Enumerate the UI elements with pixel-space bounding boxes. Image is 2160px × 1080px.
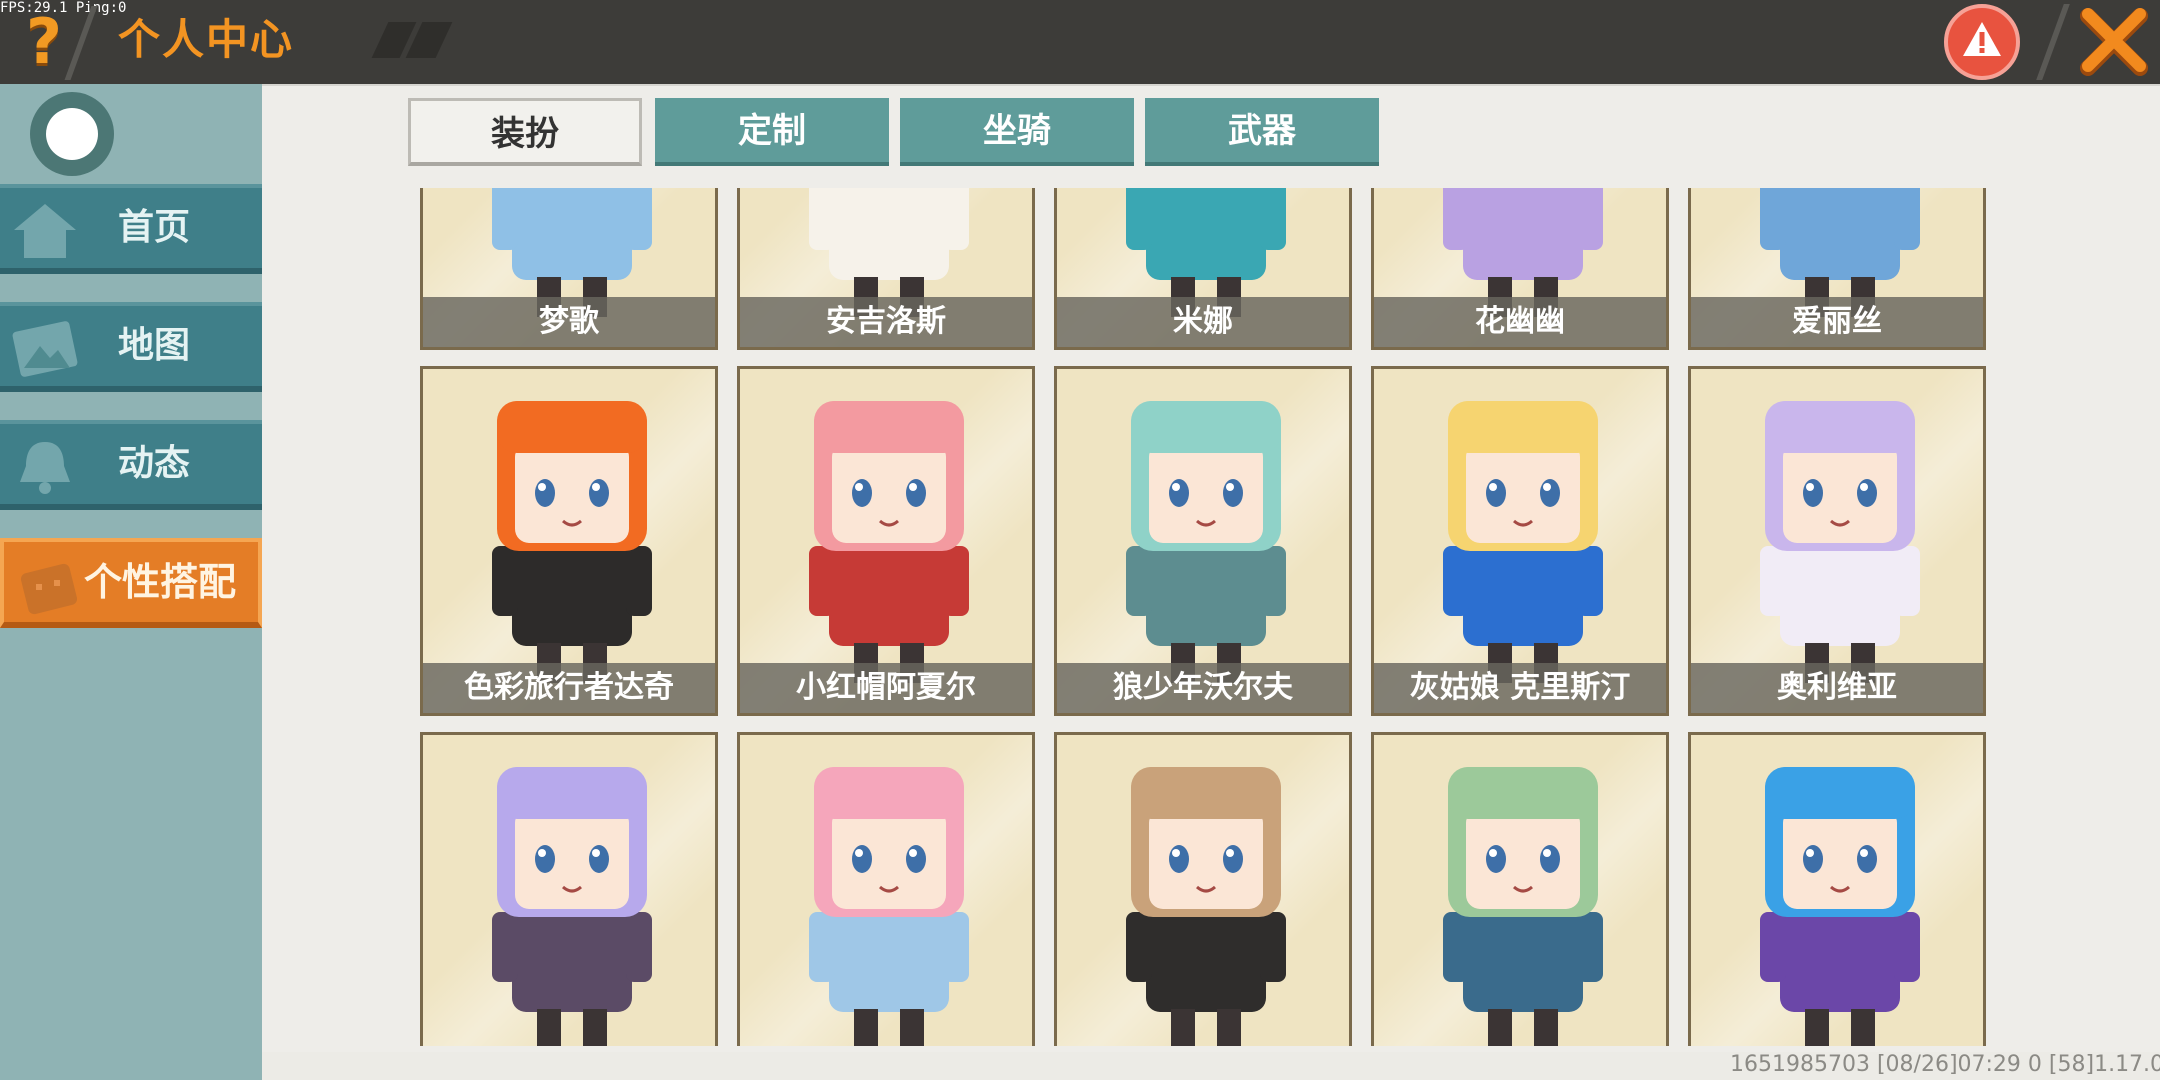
close-divider (2036, 4, 2070, 80)
tab-custom[interactable]: 定制 (655, 98, 889, 166)
sidebar-item-map[interactable]: 地图 (0, 302, 262, 392)
skin-name: 小红帽阿夏尔 (740, 663, 1032, 713)
skin-name: 花幽幽 (1374, 297, 1666, 347)
skin-card[interactable] (1371, 732, 1669, 1046)
question-mark-icon: ? (26, 5, 62, 78)
sidebar-item-outfit[interactable]: 个性搭配 (0, 538, 262, 628)
character-figure (1126, 767, 1286, 1046)
character-figure (1760, 767, 1920, 1046)
house-icon (14, 204, 76, 258)
character-figure (492, 401, 652, 683)
bell-icon (20, 442, 70, 494)
skin-card[interactable] (737, 732, 1035, 1046)
sidebar-item-label: 首页 (118, 207, 191, 248)
skin-card[interactable]: 花幽幽 (1371, 188, 1669, 350)
skin-name: 米娜 (1057, 297, 1349, 347)
skin-card[interactable] (1054, 732, 1352, 1046)
skin-name: 梦歌 (423, 297, 715, 347)
page-title: 个人中心 (118, 15, 295, 64)
skin-card[interactable]: 爱丽丝 (1688, 188, 1986, 350)
sidebar: 首页 地图 动态 个性搭配 (0, 84, 262, 1080)
tab-weapon[interactable]: 武器 (1145, 98, 1379, 166)
top-bar: FPS:29.1 Ping:0 ? 个人中心 (0, 0, 2160, 84)
skin-name: 爱丽丝 (1691, 297, 1983, 347)
tab-outfit[interactable]: 装扮 (408, 98, 642, 166)
close-button[interactable] (2078, 6, 2150, 78)
skin-card[interactable]: 小红帽阿夏尔 (737, 366, 1035, 716)
skin-card[interactable] (1688, 732, 1986, 1046)
skin-card[interactable]: 色彩旅行者达奇 (420, 366, 718, 716)
skin-name: 灰姑娘 克里斯汀 (1374, 663, 1666, 713)
warning-icon (1963, 22, 2001, 56)
skin-name: 狼少年沃尔夫 (1057, 663, 1349, 713)
report-button[interactable] (1944, 4, 2020, 80)
skin-name: 奥利维亚 (1691, 663, 1983, 713)
skin-card[interactable]: 狼少年沃尔夫 (1054, 366, 1352, 716)
skin-card[interactable]: 梦歌 (420, 188, 718, 350)
footer-info: 1651985703 [08/26]07:29 0 [58]1.17.0 (1730, 1052, 2160, 1077)
skin-card[interactable] (420, 732, 718, 1046)
skin-card[interactable]: 奥利维亚 (1688, 366, 1986, 716)
mascot-icon (20, 563, 78, 615)
sidebar-item-home[interactable]: 首页 (0, 184, 262, 274)
skin-name: 色彩旅行者达奇 (423, 663, 715, 713)
sidebar-item-feed[interactable]: 动态 (0, 420, 262, 510)
help-button[interactable]: ? (14, 8, 74, 76)
avatar[interactable] (30, 92, 114, 176)
avatar-placeholder (46, 108, 98, 160)
character-figure (809, 767, 969, 1046)
skin-grid: 梦歌 安吉洛斯 米娜 花幽幽 爱丽丝色彩旅行者达奇 小红帽阿夏尔 狼少年沃尔夫 灰姑娘 克里斯… (420, 188, 1992, 1046)
character-figure (492, 767, 652, 1046)
character-figure (1443, 767, 1603, 1046)
skin-card[interactable]: 灰姑娘 克里斯汀 (1371, 366, 1669, 716)
tab-mount[interactable]: 坐骑 (900, 98, 1134, 166)
sidebar-item-label: 地图 (118, 325, 191, 366)
sidebar-item-label: 个性搭配 (84, 560, 237, 604)
character-figure (809, 401, 969, 683)
sidebar-item-label: 动态 (118, 443, 191, 484)
skin-card[interactable]: 安吉洛斯 (737, 188, 1035, 350)
close-x-icon (2080, 8, 2148, 76)
character-figure (1126, 401, 1286, 683)
skin-name: 安吉洛斯 (740, 297, 1032, 347)
character-figure (1760, 401, 1920, 683)
character-figure (1443, 401, 1603, 683)
map-icon (12, 321, 78, 377)
skin-card[interactable]: 米娜 (1054, 188, 1352, 350)
